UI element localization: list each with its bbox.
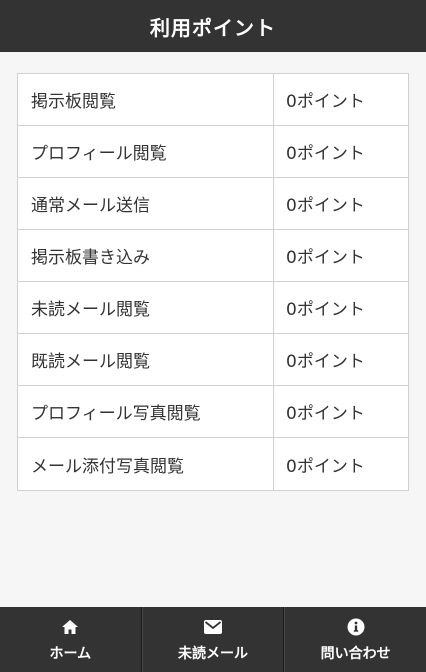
table-row: 未読メール閲覧 0ポイント	[18, 282, 408, 334]
table-row: 既読メール閲覧 0ポイント	[18, 334, 408, 386]
point-item-value: 0ポイント	[286, 196, 365, 216]
table-row: 掲示板閲覧 0ポイント	[18, 74, 408, 126]
point-item-value: 0ポイント	[286, 248, 365, 268]
nav-home-button[interactable]: ホーム	[0, 607, 142, 672]
table-row: プロフィール閲覧 0ポイント	[18, 126, 408, 178]
table-row: 掲示板書き込み 0ポイント	[18, 230, 408, 282]
point-item-name: 掲示板閲覧	[18, 74, 274, 125]
nav-unread-mail-button[interactable]: 未読メール	[141, 607, 285, 672]
table-row: 通常メール送信 0ポイント	[18, 178, 408, 230]
point-item-name: 未読メール閲覧	[18, 282, 274, 333]
point-item-name: プロフィール閲覧	[18, 126, 274, 177]
point-item-value: 0ポイント	[286, 352, 365, 372]
points-table: 掲示板閲覧 0ポイント プロフィール閲覧 0ポイント 通常メール送信 0ポイント…	[17, 73, 409, 491]
nav-inquiry-label: 問い合わせ	[320, 645, 391, 662]
point-item-name: 掲示板書き込み	[18, 230, 274, 281]
point-item-value: 0ポイント	[286, 144, 365, 164]
point-item-value: 0ポイント	[286, 456, 365, 477]
page-title: 利用ポイント	[150, 15, 276, 40]
bottom-nav: ホーム 未読メール 問い合わせ	[0, 607, 426, 672]
info-icon	[346, 617, 366, 637]
nav-unread-mail-label: 未読メール	[178, 645, 248, 662]
table-row: メール添付写真閲覧 0ポイント	[18, 438, 408, 490]
point-item-value: 0ポイント	[286, 92, 365, 112]
point-item-name: メール添付写真閲覧	[18, 438, 274, 490]
point-item-name: プロフィール写真閲覧	[18, 386, 274, 437]
mail-icon	[203, 617, 223, 637]
point-item-name: 通常メール送信	[18, 178, 274, 229]
point-item-value: 0ポイント	[286, 300, 365, 320]
page-header: 利用ポイント	[0, 0, 426, 52]
nav-inquiry-button[interactable]: 問い合わせ	[284, 607, 426, 672]
point-item-name: 既読メール閲覧	[18, 334, 274, 385]
nav-home-label: ホーム	[49, 645, 92, 662]
home-icon	[60, 617, 80, 637]
table-row: プロフィール写真閲覧 0ポイント	[18, 386, 408, 438]
point-item-value: 0ポイント	[286, 404, 365, 424]
